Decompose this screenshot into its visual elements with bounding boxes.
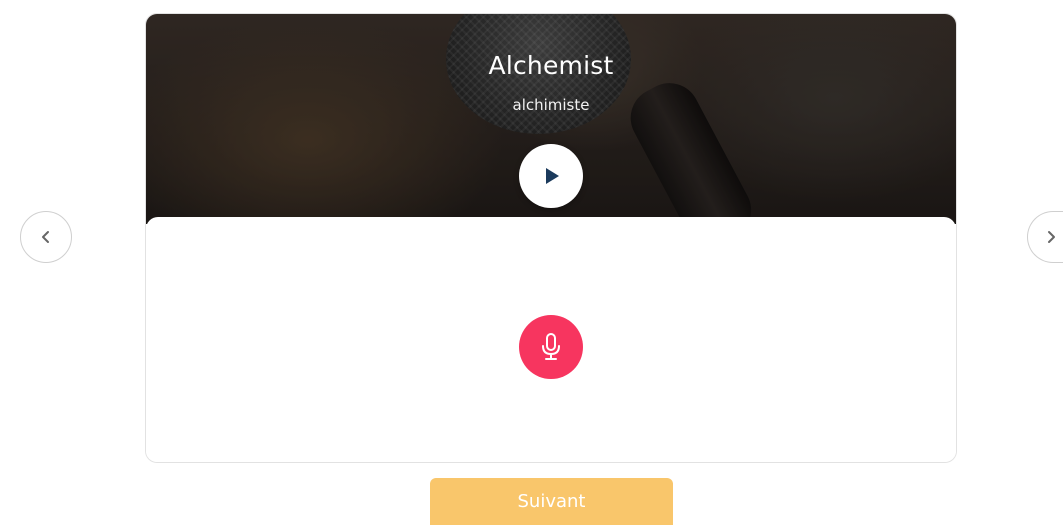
record-area — [146, 217, 956, 462]
play-audio-button[interactable] — [519, 144, 583, 208]
chevron-right-icon — [1048, 231, 1055, 243]
next-button[interactable]: Suivant — [430, 478, 673, 525]
play-icon — [546, 168, 559, 184]
hero-image: Alchemist alchimiste — [146, 14, 956, 256]
chevron-left-icon — [42, 231, 49, 243]
flashcard-stage: Alchemist alchimiste Suivant — [0, 0, 1063, 525]
previous-card-button[interactable] — [20, 211, 72, 263]
word-translation: alchimiste — [512, 96, 590, 114]
microphone-icon — [542, 333, 560, 360]
record-button[interactable] — [519, 315, 583, 379]
flashcard: Alchemist alchimiste — [145, 13, 957, 463]
word-title: Alchemist — [488, 51, 614, 80]
next-card-button[interactable] — [1027, 211, 1063, 263]
